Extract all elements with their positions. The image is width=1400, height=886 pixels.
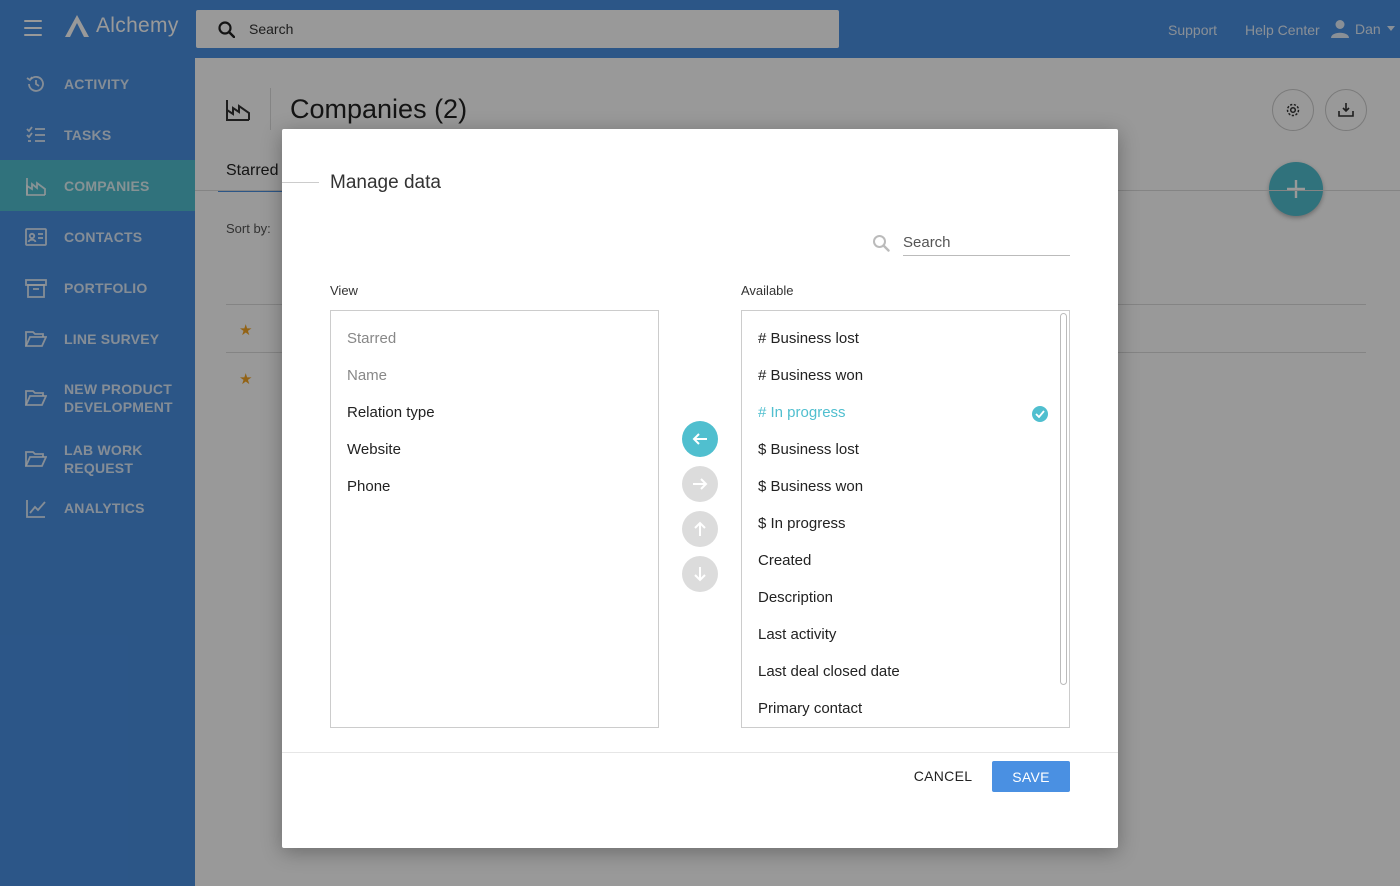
list-item[interactable]: Website xyxy=(347,441,401,458)
arrow-down-icon xyxy=(694,567,706,582)
field-search[interactable] xyxy=(872,229,1070,257)
move-right-button[interactable] xyxy=(682,466,718,502)
list-item[interactable]: # Business won xyxy=(758,367,863,384)
arrow-up-icon xyxy=(694,521,706,536)
search-icon xyxy=(872,234,890,257)
list-item[interactable]: $ Business lost xyxy=(758,441,859,458)
view-column-label: View xyxy=(330,283,358,298)
view-list[interactable]: Starred Name Relation type Website Phone xyxy=(330,310,659,728)
list-item: Starred xyxy=(347,330,397,347)
save-button[interactable]: SAVE xyxy=(992,761,1070,792)
move-up-button[interactable] xyxy=(682,511,718,547)
dialog-title: Manage data xyxy=(330,172,441,193)
check-circle-icon xyxy=(1032,406,1048,422)
list-item[interactable]: Description xyxy=(758,589,833,606)
arrow-right-icon xyxy=(693,478,708,490)
manage-data-dialog: Manage data View Available Starred Name … xyxy=(282,129,1118,848)
list-item[interactable]: Phone xyxy=(347,478,390,495)
arrow-left-icon xyxy=(692,433,707,445)
dialog-footer-divider xyxy=(282,752,1118,753)
move-down-button[interactable] xyxy=(682,556,718,592)
available-list[interactable]: # Business lost # Business won # In prog… xyxy=(741,310,1070,728)
cancel-button[interactable]: CANCEL xyxy=(908,761,978,791)
list-item[interactable]: Last activity xyxy=(758,626,836,643)
field-search-input[interactable] xyxy=(903,229,1070,256)
list-item[interactable]: Relation type xyxy=(347,404,435,421)
list-item[interactable]: Last deal closed date xyxy=(758,663,900,680)
available-list-scrollbar[interactable] xyxy=(1058,313,1068,725)
list-item-selected[interactable]: # In progress xyxy=(758,404,846,421)
list-item[interactable]: # Business lost xyxy=(758,330,859,347)
list-item: Name xyxy=(347,367,388,384)
list-item[interactable]: Created xyxy=(758,552,811,569)
list-item[interactable]: $ In progress xyxy=(758,515,846,532)
list-item[interactable]: Primary contact xyxy=(758,700,862,717)
scrollbar-thumb[interactable] xyxy=(1060,313,1067,685)
move-left-button[interactable] xyxy=(682,421,718,457)
title-accent-line xyxy=(282,182,319,183)
list-item[interactable]: $ Business won xyxy=(758,478,863,495)
available-column-label: Available xyxy=(741,283,794,298)
